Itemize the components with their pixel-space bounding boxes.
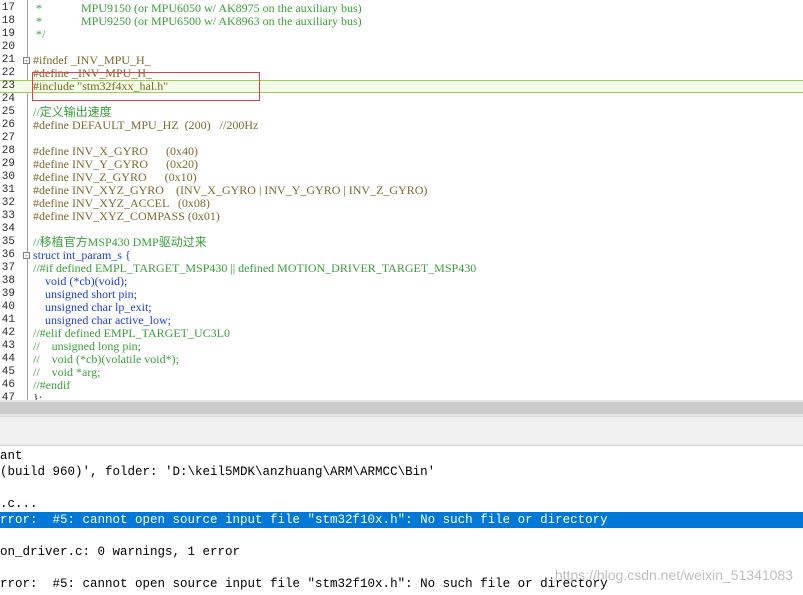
line-number: 47: [1, 392, 15, 400]
line-number: 23: [1, 80, 15, 92]
code-line[interactable]: 45// void *arg;: [0, 366, 803, 379]
line-number: 24: [1, 93, 15, 105]
fold-toggle-icon[interactable]: -: [23, 252, 30, 260]
line-number: 29: [1, 158, 15, 170]
line-number: 36: [1, 249, 15, 261]
line-number: 28: [1, 145, 15, 157]
line-number: 45: [1, 366, 15, 378]
line-number: 30: [1, 171, 15, 183]
line-number: 26: [1, 119, 15, 131]
code-text: #include "stm32f4xx_hal.h": [33, 79, 169, 93]
code-line[interactable]: 23 #include "stm32f4xx_hal.h": [0, 80, 803, 93]
line-number: 42: [1, 327, 15, 339]
line-number: 38: [1, 275, 15, 287]
output-line[interactable]: [0, 480, 803, 496]
scrollbar-thumb[interactable]: [0, 402, 803, 414]
code-line[interactable]: 26 #define DEFAULT_MPU_HZ (200) //200Hz: [0, 119, 803, 132]
line-number: 34: [1, 223, 15, 235]
output-line[interactable]: on_driver.c: 0 warnings, 1 error: [0, 544, 803, 560]
editor-lines: 17 * MPU9150 (or MPU6050 w/ AK8975 on th…: [0, 2, 803, 400]
code-line[interactable]: 24: [0, 93, 803, 106]
line-number: 43: [1, 340, 15, 352]
panel-splitter[interactable]: [0, 416, 803, 446]
line-number: 32: [1, 197, 15, 209]
code-line[interactable]: 44// void (*cb)(volatile void*);: [0, 353, 803, 366]
code-text: #define INV_XYZ_COMPASS (0x01): [33, 209, 220, 223]
output-line[interactable]: ant: [0, 448, 803, 464]
code-line[interactable]: 33 #define INV_XYZ_COMPASS (0x01): [0, 210, 803, 223]
fold-toggle-icon[interactable]: -: [23, 57, 30, 65]
watermark-text: https://blog.csdn.net/weixin_51341083: [554, 567, 793, 583]
line-number: 35: [1, 236, 15, 248]
output-line[interactable]: [0, 528, 803, 544]
output-line[interactable]: .c...: [0, 496, 803, 512]
line-number: 31: [1, 184, 15, 196]
line-number: 18: [1, 15, 15, 27]
line-number: 25: [1, 106, 15, 118]
code-line[interactable]: 47};: [0, 391, 803, 401]
code-text: * MPU9250 (or MPU6500 w/ AK8963 on the a…: [33, 14, 362, 28]
code-text: };: [33, 391, 43, 401]
code-editor[interactable]: 17 * MPU9150 (or MPU6050 w/ AK8975 on th…: [0, 0, 803, 400]
line-number: 33: [1, 210, 15, 222]
line-number: 37: [1, 262, 15, 274]
code-text: #define DEFAULT_MPU_HZ (200) //200Hz: [33, 118, 259, 132]
line-number: 41: [1, 314, 15, 326]
code-line[interactable]: 19 */: [0, 28, 803, 41]
line-number: 17: [1, 2, 15, 14]
line-number: 39: [1, 288, 15, 300]
code-line[interactable]: 46//#endif: [0, 379, 803, 392]
code-text: */: [33, 27, 46, 41]
code-line[interactable]: 18 * MPU9250 (or MPU6500 w/ AK8963 on th…: [0, 15, 803, 28]
line-number: 44: [1, 353, 15, 365]
line-number: 21: [1, 54, 15, 66]
line-number: 27: [1, 132, 15, 144]
output-line-selected[interactable]: rror: #5: cannot open source input file …: [0, 512, 803, 528]
line-number: 22: [1, 67, 15, 79]
line-number: 19: [1, 28, 15, 40]
horizontal-scrollbar[interactable]: [0, 400, 803, 416]
line-number: 20: [1, 41, 15, 53]
line-number: 40: [1, 301, 15, 313]
line-number: 46: [1, 379, 15, 391]
output-line[interactable]: (build 960)', folder: 'D:\keil5MDK\anzhu…: [0, 464, 803, 480]
